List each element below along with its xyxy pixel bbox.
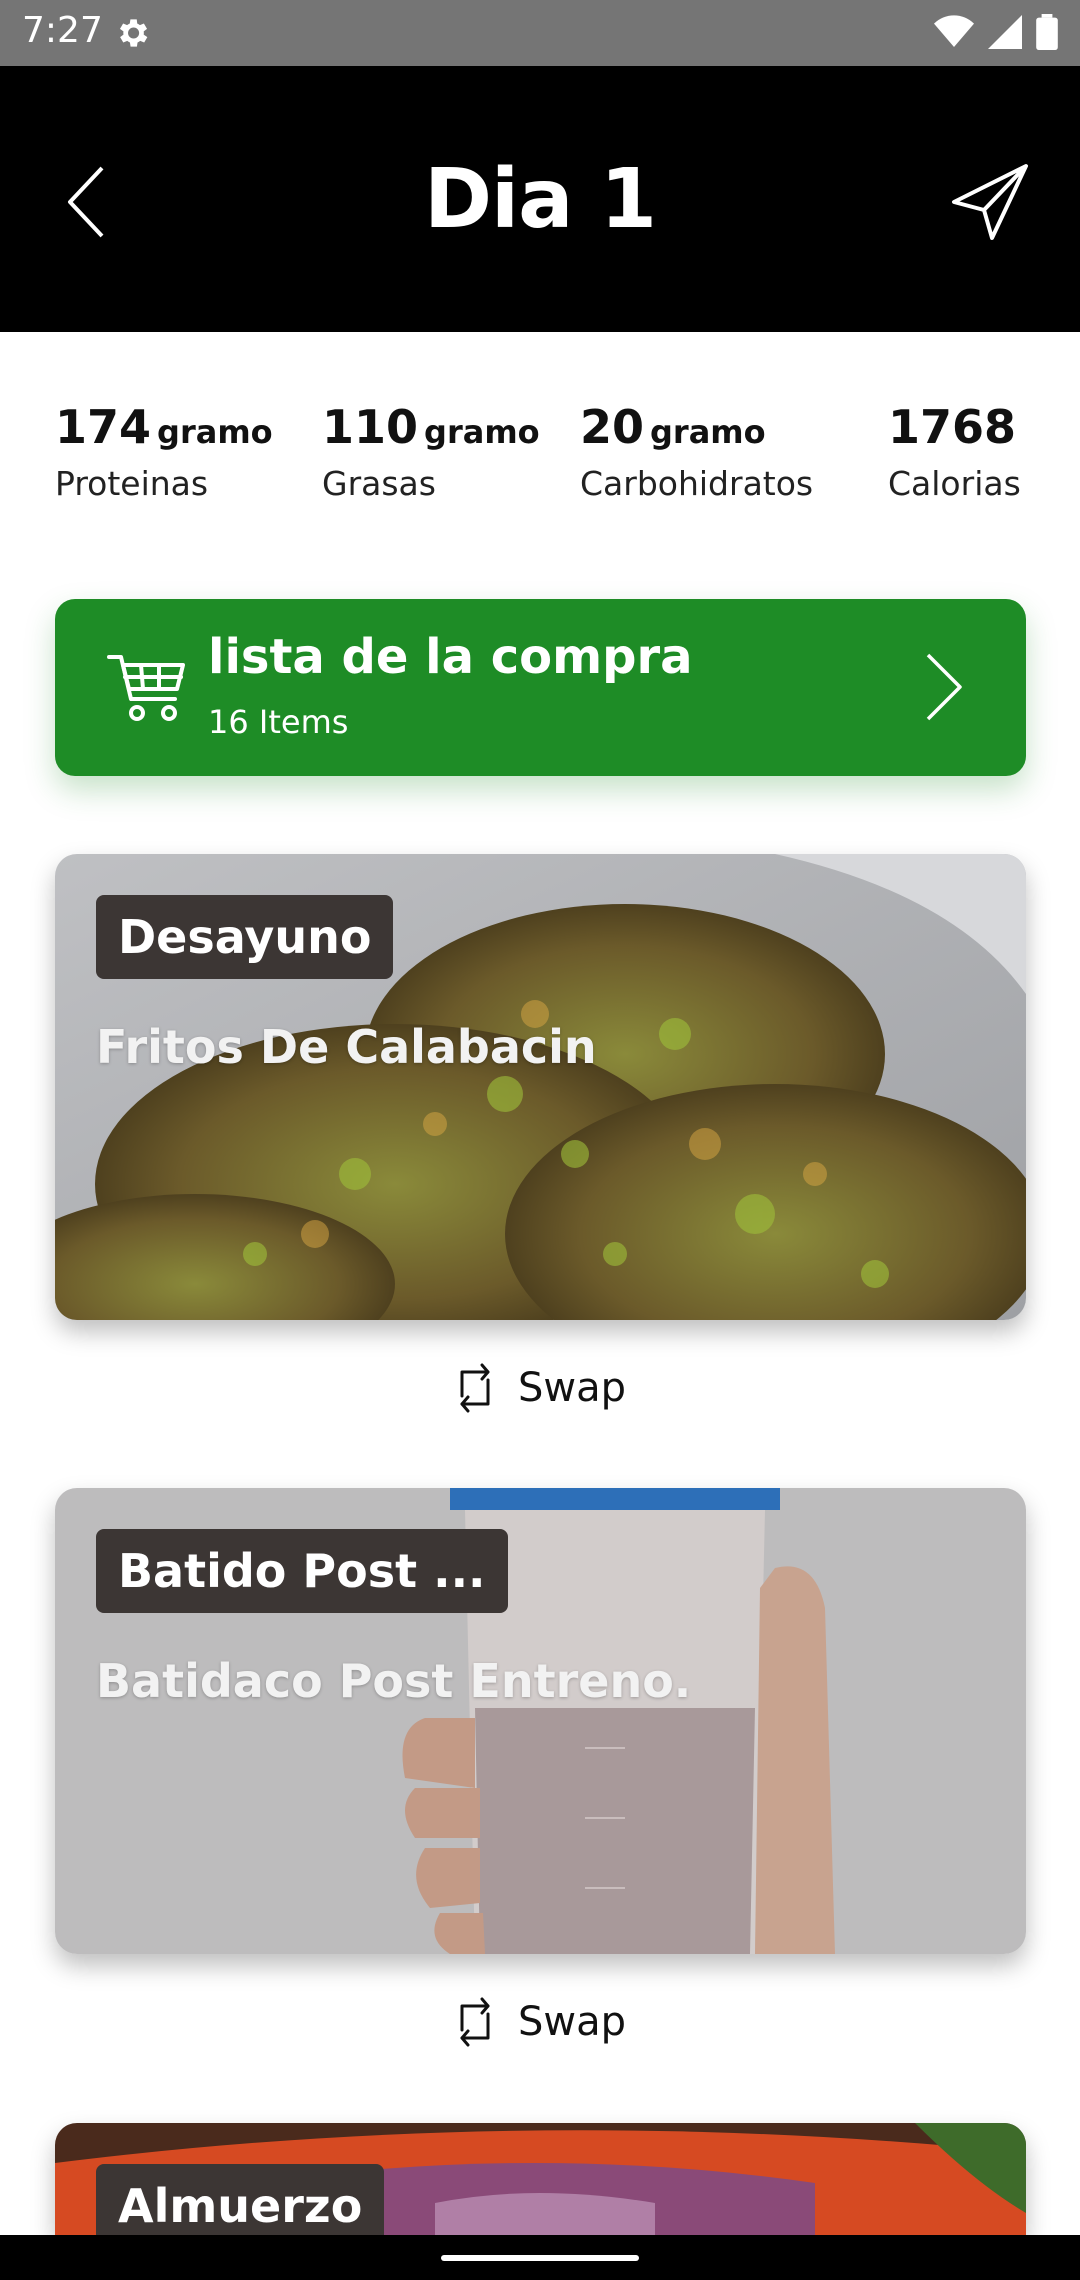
- home-indicator[interactable]: [441, 2255, 639, 2261]
- shopping-cart-icon: [107, 655, 185, 721]
- meal-type-badge: Almuerzo: [96, 2164, 385, 2235]
- status-icons: [934, 14, 1058, 50]
- meal-type-badge: Desayuno: [96, 895, 394, 979]
- chevron-right-icon: [926, 653, 962, 721]
- macro-label: Carbohidratos: [580, 464, 814, 503]
- meal-card-batido[interactable]: Batido Post ... Batidaco Post Entreno.: [55, 1488, 1026, 1954]
- meal-card-desayuno[interactable]: Desayuno Fritos De Calabacin: [55, 854, 1026, 1320]
- meal-name: Fritos De Calabacin: [96, 1020, 597, 1074]
- macro-value: 110: [322, 400, 419, 454]
- macro-label: Grasas: [322, 464, 436, 503]
- shopping-list-title: lista de la compra: [208, 629, 693, 685]
- shopping-list-count: 16 Items: [208, 703, 349, 741]
- swap-label: Swap: [517, 1999, 626, 2045]
- battery-icon: [1036, 14, 1058, 50]
- swap-icon: [460, 1997, 490, 2047]
- macro-unit: gramo: [424, 413, 540, 451]
- macro-proteinas: 174 gramo Proteinas: [55, 400, 273, 503]
- macro-calorias: 1768 Calorias: [888, 400, 1021, 503]
- macro-unit: gramo: [157, 413, 273, 451]
- status-bar: 7:27: [0, 0, 1080, 66]
- signal-icon: [988, 15, 1022, 49]
- meal-name: Batidaco Post Entreno.: [96, 1654, 692, 1708]
- swap-button[interactable]: Swap: [0, 1996, 1080, 2048]
- macro-grasas: 110 gramo Grasas: [322, 400, 540, 503]
- swap-label: Swap: [517, 1365, 626, 1411]
- shopping-list-card[interactable]: lista de la compra 16 Items: [55, 599, 1026, 776]
- macro-value: 20: [580, 400, 645, 454]
- navigation-bar: [0, 2235, 1080, 2280]
- page-title: Dia 1: [423, 152, 657, 247]
- swap-icon: [460, 1363, 490, 1413]
- gear-icon: [119, 19, 148, 47]
- swap-button[interactable]: Swap: [0, 1362, 1080, 1414]
- macro-value: 174: [55, 400, 152, 454]
- macro-carbohidratos: 20 gramo Carbohidratos: [580, 400, 813, 503]
- send-icon[interactable]: [950, 162, 1030, 242]
- app-header: Dia 1: [0, 66, 1080, 332]
- macro-value: 1768: [888, 400, 1017, 454]
- macro-label: Calorias: [888, 464, 1021, 503]
- macro-label: Proteinas: [55, 464, 209, 503]
- macros-summary: 174 gramo Proteinas 110 gramo Grasas 20 gra…: [0, 400, 1080, 520]
- wifi-icon: [934, 15, 974, 47]
- meal-type-badge: Batido Post ...: [96, 1529, 508, 1613]
- macro-unit: gramo: [650, 413, 766, 451]
- meal-card-almuerzo[interactable]: Almuerzo: [55, 2123, 1026, 2235]
- status-time: 7:27: [22, 10, 103, 51]
